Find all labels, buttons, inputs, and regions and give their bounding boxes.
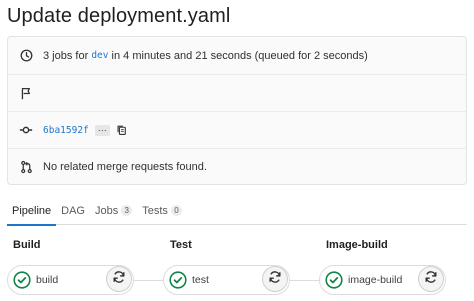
- commit-icon: [19, 123, 33, 137]
- job-name: build: [36, 274, 59, 286]
- pipeline-flag-row: [8, 74, 466, 111]
- pipeline-info-panel: 3 jobs for dev in 4 minutes and 21 secon…: [7, 36, 467, 185]
- jobs-suffix-text: in 4 minutes and 21 seconds (queued for …: [111, 49, 368, 62]
- retry-icon: [424, 270, 438, 289]
- merge-requests-text: No related merge requests found.: [43, 161, 207, 173]
- stage-title-test: Test: [170, 239, 192, 251]
- stage-title-build: Build: [13, 239, 41, 251]
- merge-request-icon: [19, 160, 33, 174]
- status-success-icon: [325, 271, 343, 289]
- retry-build-button[interactable]: [106, 266, 132, 292]
- flag-icon: [19, 86, 33, 100]
- commit-details-toggle[interactable]: ···: [94, 124, 110, 136]
- tab-tests[interactable]: Tests 0: [137, 196, 187, 225]
- retry-test-button[interactable]: [262, 266, 288, 292]
- jobs-count-badge: 3: [121, 205, 133, 216]
- commit-sha-link[interactable]: 6ba1592f: [43, 125, 89, 136]
- pipeline-tabs: Pipeline DAG Jobs 3 Tests 0: [7, 196, 467, 226]
- stage-title-image-build: Image-build: [326, 239, 388, 251]
- copy-icon[interactable]: [116, 124, 127, 136]
- clock-icon: [19, 49, 33, 63]
- stage-connector: [133, 280, 163, 281]
- retry-image-build-button[interactable]: [418, 266, 444, 292]
- branch-link[interactable]: dev: [91, 50, 108, 61]
- tab-pipeline[interactable]: Pipeline: [7, 196, 57, 226]
- tab-label: Jobs: [94, 204, 119, 217]
- tab-jobs[interactable]: Jobs 3: [90, 196, 137, 225]
- status-success-icon: [13, 271, 31, 289]
- tab-dag[interactable]: DAG: [56, 196, 90, 225]
- tab-label: Pipeline: [12, 204, 52, 217]
- commit-row: 6ba1592f ···: [8, 111, 466, 148]
- retry-icon: [112, 270, 126, 289]
- tab-label: Tests: [142, 204, 168, 217]
- retry-icon: [268, 270, 282, 289]
- tab-label: DAG: [61, 204, 85, 217]
- merge-requests-row: No related merge requests found.: [8, 148, 466, 185]
- pipeline-duration-row: 3 jobs for dev in 4 minutes and 21 secon…: [8, 37, 466, 74]
- jobs-prefix-text: 3 jobs for: [43, 49, 89, 62]
- job-name: image-build: [348, 274, 403, 286]
- stage-connector: [289, 280, 319, 281]
- job-name: test: [192, 274, 209, 286]
- page-title: Update deployment.yaml: [7, 5, 231, 27]
- status-success-icon: [169, 271, 187, 289]
- tests-count-badge: 0: [170, 205, 182, 216]
